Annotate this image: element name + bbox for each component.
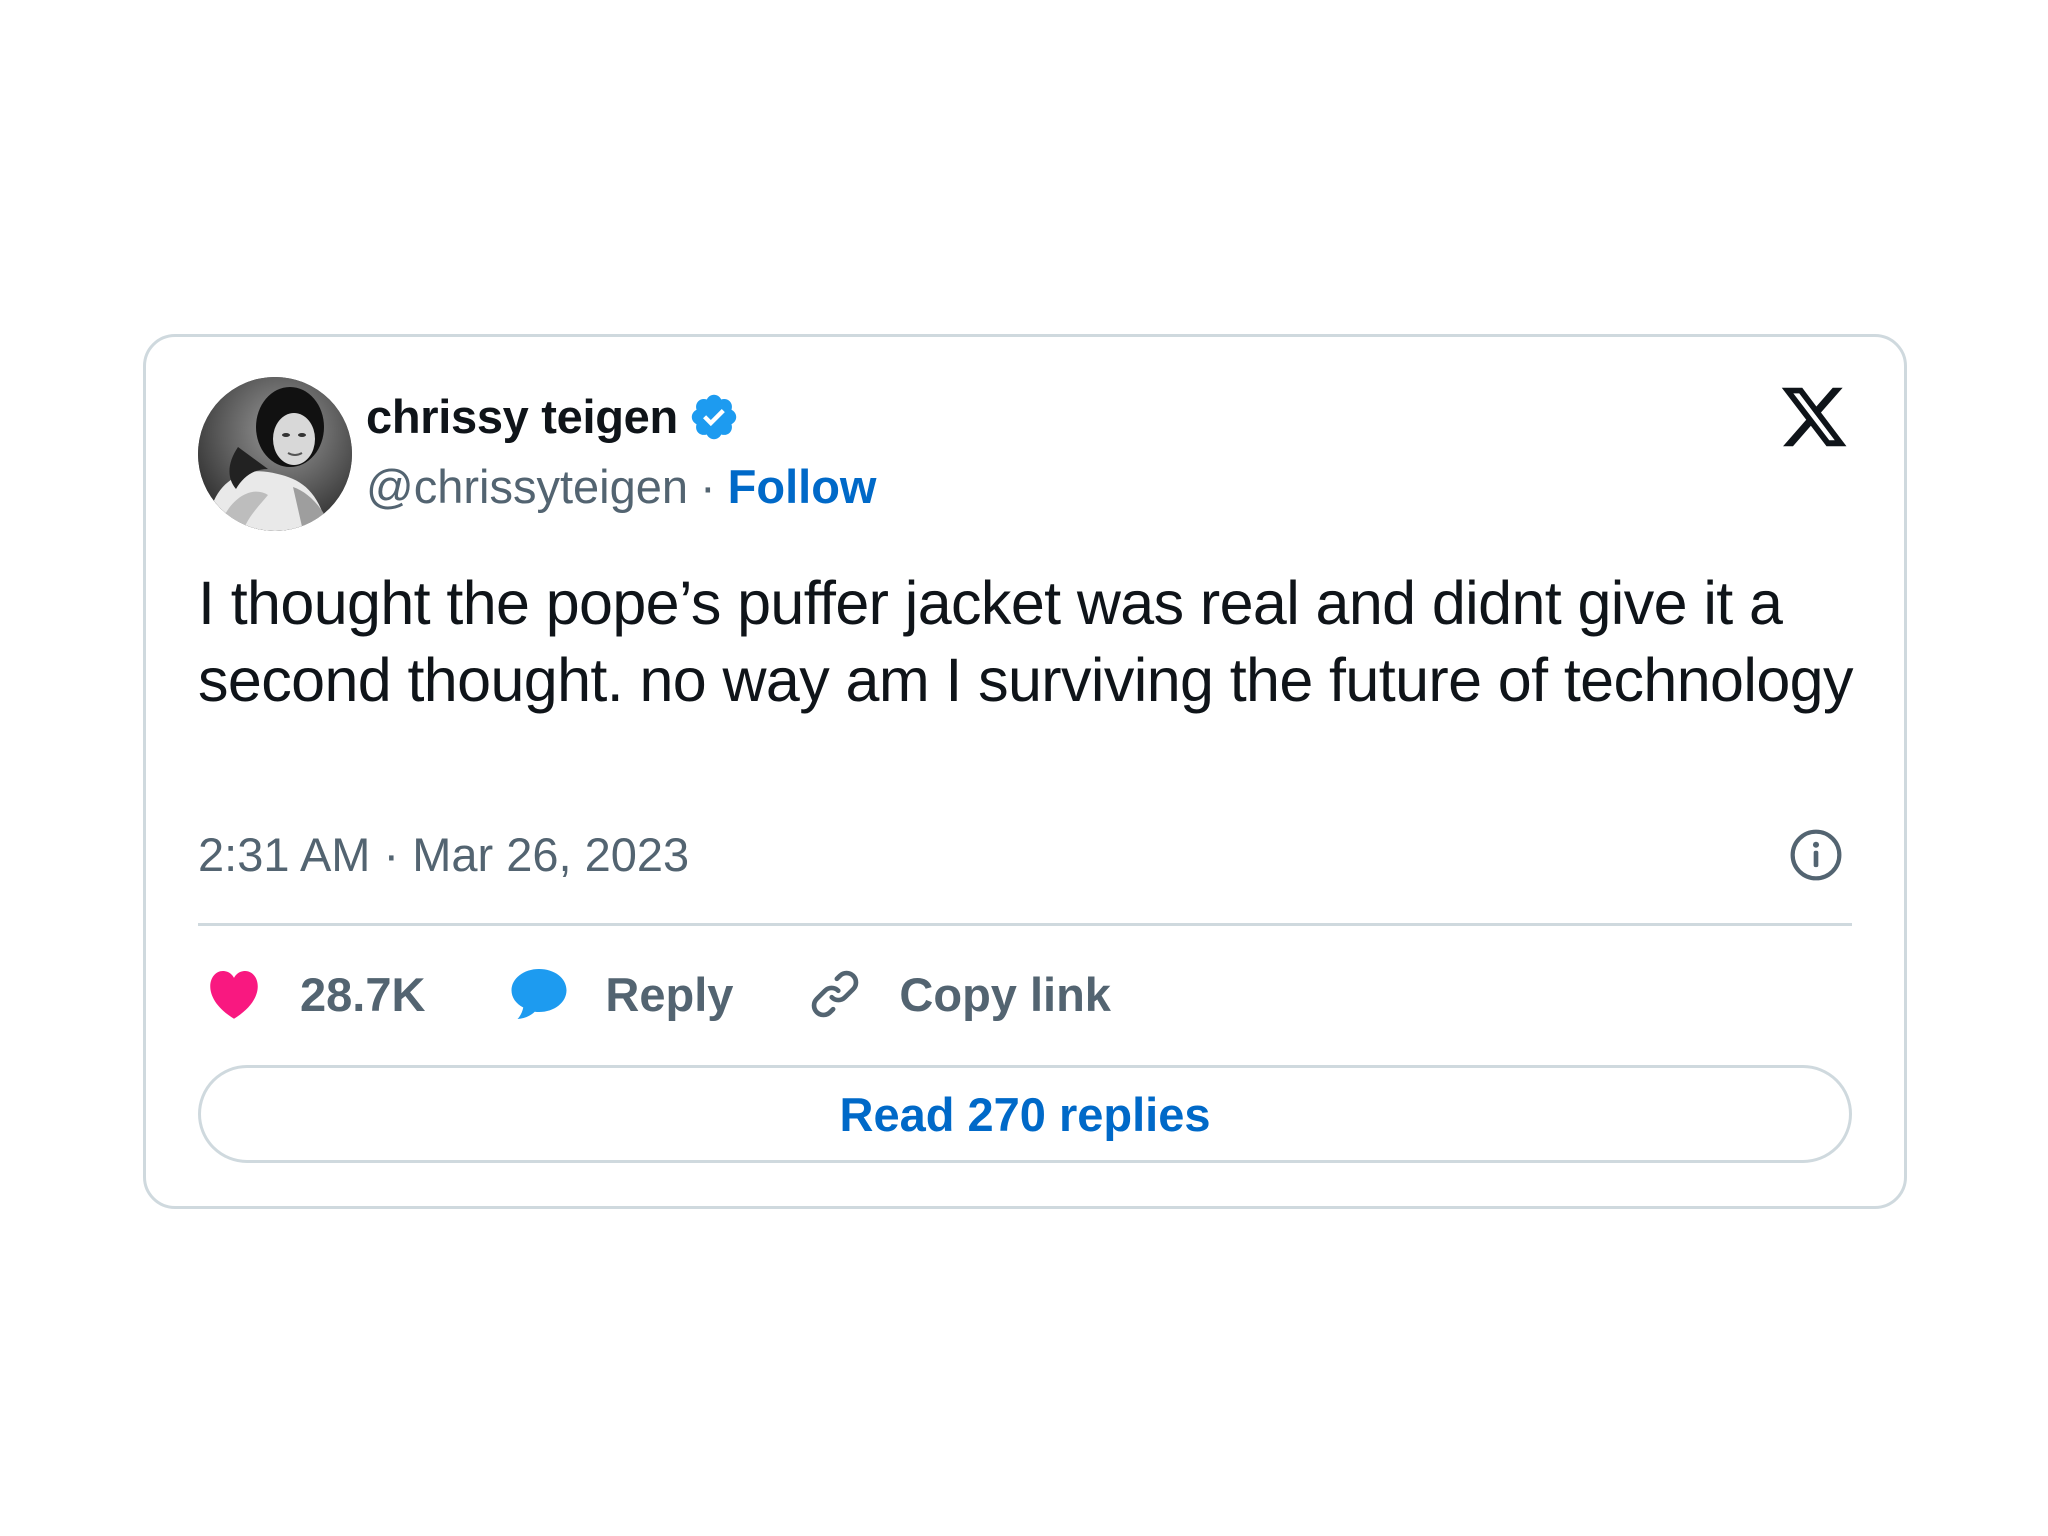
read-replies-button[interactable]: Read 270 replies [198, 1065, 1852, 1163]
read-replies-label: Read 270 replies [839, 1087, 1211, 1141]
verified-badge-icon [691, 394, 737, 439]
copy-link-button[interactable]: Copy link [807, 966, 1111, 1022]
tweet-text: I thought the pope’s puffer jacket was r… [198, 569, 1853, 714]
x-logo-icon[interactable] [1778, 381, 1850, 453]
copy-link-label: Copy link [899, 967, 1111, 1021]
divider [198, 923, 1852, 926]
tweet-actions-bar: 28.7K Reply Copy link [206, 949, 1111, 1039]
author-handle[interactable]: @chrissyteigen [366, 459, 688, 514]
tweet-timestamp[interactable]: 2:31 AM · Mar 26, 2023 [198, 827, 689, 882]
heart-icon [210, 970, 258, 1019]
avatar[interactable] [198, 377, 352, 531]
like-button[interactable]: 28.7K [206, 967, 425, 1022]
author-display-name[interactable]: chrissy teigen [366, 389, 678, 444]
avatar-photo [198, 377, 352, 531]
separator-dot: · [700, 460, 716, 513]
reply-label: Reply [605, 967, 734, 1021]
like-count: 28.7K [300, 967, 426, 1021]
embedded-tweet-card: chrissy teigen @chrissyteigen · Follow I… [143, 334, 1907, 1209]
info-icon[interactable] [1788, 827, 1844, 883]
reply-button[interactable]: Reply [509, 965, 733, 1023]
follow-button[interactable]: Follow [728, 459, 877, 514]
link-icon [812, 970, 859, 1018]
author-name-row: chrissy teigen [366, 389, 740, 444]
speech-bubble-icon [511, 969, 567, 1019]
author-handle-row: @chrissyteigen · Follow [366, 459, 876, 514]
